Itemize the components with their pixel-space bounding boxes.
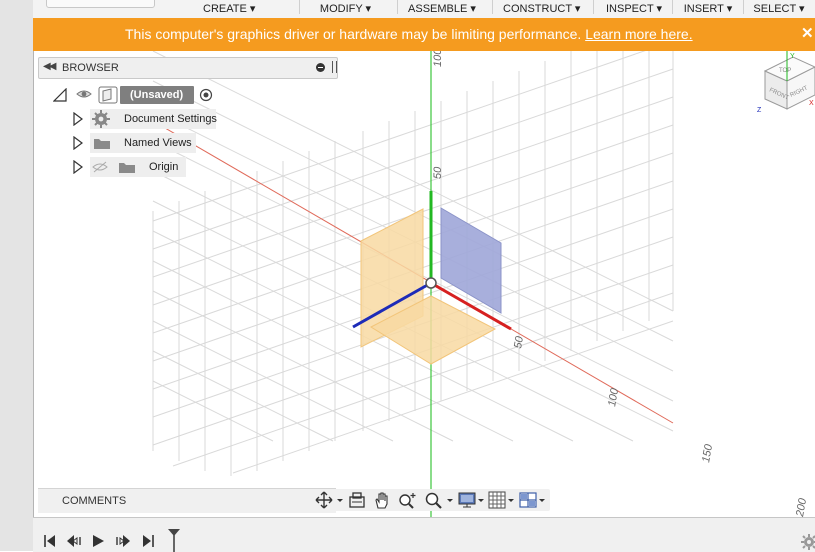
browser-item-named-views[interactable]: Named Views: [70, 133, 220, 153]
gear-icon: [92, 110, 110, 128]
menu-select[interactable]: SELECT ▾: [753, 2, 805, 16]
toolbar-separator: [743, 0, 744, 14]
timeline-next-icon[interactable]: [115, 534, 131, 548]
toolbar: CREATE ▾ MODIFY ▾ ASSEMBLE ▾ CONSTRUCT ▾…: [33, 0, 815, 19]
timeline-bar: [33, 517, 815, 552]
minimize-panel-icon[interactable]: [316, 63, 325, 72]
folder-icon: [94, 139, 110, 149]
warning-text-wrapper: This computer's graphics driver or hardw…: [125, 26, 693, 42]
warning-message: This computer's graphics driver or hardw…: [125, 26, 582, 42]
fit-icon[interactable]: [424, 491, 456, 509]
display-settings-icon[interactable]: [458, 491, 486, 509]
orbit-icon[interactable]: [315, 491, 345, 509]
toolbar-separator: [299, 0, 300, 14]
timeline-last-icon[interactable]: [141, 534, 155, 548]
browser-header: ◀◀ BROWSER: [38, 57, 338, 79]
performance-warning-banner: This computer's graphics driver or hardw…: [33, 18, 815, 51]
document-settings-label: Document Settings: [124, 113, 217, 125]
viewcube[interactable]: TOP FRONT RIGHT Y Z X: [757, 51, 815, 114]
viewcube-y-label: Y: [790, 53, 795, 60]
menu-assemble[interactable]: ASSEMBLE ▾: [408, 2, 476, 16]
vertical-tick-label: 50: [432, 166, 444, 179]
close-banner-icon[interactable]: ✕: [801, 24, 815, 42]
expand-tree-icon[interactable]: [72, 112, 84, 126]
activate-radio-icon[interactable]: [199, 88, 213, 102]
menu-inspect[interactable]: INSPECT ▾: [606, 2, 662, 16]
timeline-first-icon[interactable]: [43, 534, 57, 548]
browser-item-origin[interactable]: Origin: [70, 157, 220, 177]
timeline-settings-gear-icon[interactable]: [801, 534, 815, 550]
viewcube-top-face[interactable]: TOP: [779, 68, 791, 74]
workspace-selector[interactable]: [46, 0, 155, 8]
expand-tree-icon[interactable]: [72, 160, 84, 174]
grid-settings-icon[interactable]: [488, 491, 516, 509]
comments-label: COMMENTS: [62, 495, 127, 507]
named-views-label: Named Views: [124, 137, 192, 149]
component-icon: [98, 86, 118, 104]
origin-label: Origin: [149, 161, 179, 173]
toolbar-separator: [672, 0, 673, 14]
collapse-panel-icon[interactable]: ◀◀: [43, 61, 56, 72]
browser-root-row[interactable]: (Unsaved): [50, 85, 220, 105]
toolbar-separator: [492, 0, 493, 14]
left-panel-edge: [0, 0, 34, 551]
menu-insert[interactable]: INSERT ▾: [683, 2, 733, 16]
browser-item-document-settings[interactable]: Document Settings: [70, 109, 220, 129]
xy-plane[interactable]: [440, 207, 502, 314]
folder-icon: [119, 163, 135, 173]
zoom-icon[interactable]: [398, 491, 418, 509]
diagonal-tick-label: 150: [700, 442, 715, 463]
viewcube-z-label: Z: [757, 107, 762, 114]
viewcube-x-label: X: [809, 100, 814, 107]
menu-modify[interactable]: MODIFY ▾: [318, 2, 373, 16]
viewports-icon[interactable]: [519, 491, 547, 509]
vertical-tick-label: 100: [432, 51, 444, 67]
menu-construct[interactable]: CONSTRUCT ▾: [503, 2, 580, 16]
navigation-toolbar: [312, 489, 550, 511]
timeline-play-icon[interactable]: [91, 534, 105, 548]
comments-panel[interactable]: COMMENTS: [38, 488, 336, 513]
look-at-icon[interactable]: [348, 491, 366, 509]
visibility-eye-icon[interactable]: [76, 88, 92, 100]
hidden-eye-icon[interactable]: [92, 161, 108, 173]
expand-tree-icon[interactable]: [72, 136, 84, 150]
origin-point[interactable]: [425, 277, 437, 289]
root-component-label: (Unsaved): [130, 89, 184, 101]
collapse-tree-icon[interactable]: [53, 88, 67, 102]
diagonal-tick-label: 200: [794, 496, 809, 517]
root-label-highlight: (Unsaved): [120, 86, 194, 104]
timeline-marker-icon[interactable]: [167, 528, 181, 552]
toolbar-separator: [397, 0, 398, 14]
menu-create[interactable]: CREATE ▾: [203, 2, 255, 16]
pin-panel-icon[interactable]: [332, 61, 337, 73]
pan-icon[interactable]: [373, 491, 391, 509]
timeline-previous-icon[interactable]: [66, 534, 82, 548]
learn-more-link[interactable]: Learn more here.: [585, 26, 692, 42]
toolbar-separator: [593, 0, 594, 14]
browser-title: BROWSER: [62, 62, 119, 74]
